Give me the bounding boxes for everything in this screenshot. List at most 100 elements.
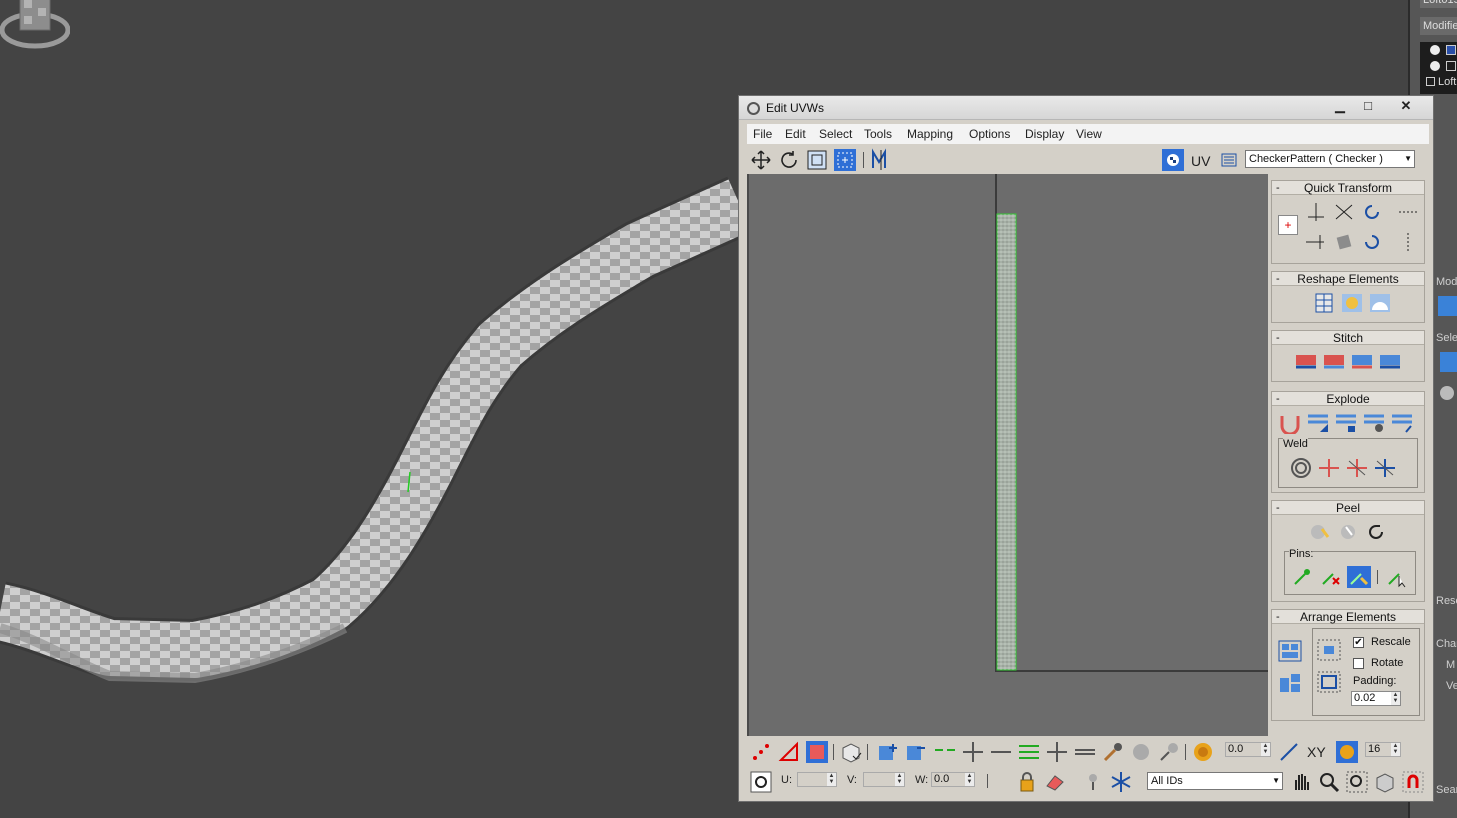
move-icon[interactable] xyxy=(749,148,773,172)
freeform-icon[interactable] xyxy=(833,148,857,172)
u-spinner[interactable]: ▲ ▼ xyxy=(797,772,837,787)
soft-selection-icon[interactable] xyxy=(1191,740,1215,764)
shrink-ring-icon[interactable] xyxy=(1073,740,1097,764)
stitch-to-target-icon[interactable] xyxy=(1294,351,1318,373)
lock-icon[interactable] xyxy=(1015,770,1039,794)
rollout-header[interactable]: - Peel xyxy=(1272,501,1424,515)
rollout-header[interactable]: - Stitch xyxy=(1272,331,1424,345)
w-spinner[interactable]: 0.0 ▲ ▼ xyxy=(931,772,975,787)
v-spinner[interactable]: ▲ ▼ xyxy=(863,772,905,787)
bulb-icon[interactable] xyxy=(1430,45,1440,55)
minimize-button[interactable]: ▁ xyxy=(1327,97,1353,114)
pivot-icon[interactable]: + xyxy=(1278,215,1298,235)
zoom-icon[interactable] xyxy=(1317,770,1341,794)
element-mode-icon[interactable] xyxy=(839,740,863,764)
align-diagonal-icon[interactable] xyxy=(1332,201,1356,223)
break-icon[interactable] xyxy=(1278,412,1302,434)
falloff-spinner[interactable]: 0.0 ▲ ▼ xyxy=(1225,742,1271,757)
spinner-arrows-icon[interactable]: ▲ ▼ xyxy=(1391,743,1400,756)
texture-dropdown[interactable]: CheckerPattern ( Checker ) ▼ xyxy=(1245,150,1415,168)
falloff-space-label[interactable]: XY xyxy=(1307,744,1326,760)
rotate-cw-icon[interactable] xyxy=(1360,201,1384,223)
rotate-checkbox[interactable] xyxy=(1353,658,1364,669)
material-id-dropdown[interactable]: All IDs ▼ xyxy=(1147,772,1283,790)
select-pins-icon[interactable] xyxy=(1385,566,1409,588)
rollout-header[interactable]: - Arrange Elements xyxy=(1272,610,1424,624)
eraser-icon[interactable] xyxy=(1043,770,1067,794)
zoom-region-icon[interactable] xyxy=(1345,770,1369,794)
menu-tools[interactable]: Tools xyxy=(864,127,892,141)
rotate-icon[interactable] xyxy=(777,148,801,172)
pack-normalize-icon[interactable] xyxy=(1278,640,1302,662)
relax-icon[interactable] xyxy=(1340,292,1364,314)
radio-vertex[interactable]: Ve xyxy=(1446,680,1457,692)
menu-display[interactable]: Display xyxy=(1025,127,1064,141)
pack-custom-icon[interactable] xyxy=(1317,671,1341,693)
shrink-selection-icon[interactable] xyxy=(905,740,929,764)
enlarge-brush-icon[interactable] xyxy=(1129,740,1153,764)
modifier-list-dropdown[interactable]: Modifier List xyxy=(1420,17,1457,35)
add-icon[interactable] xyxy=(1438,296,1457,316)
stitch-settings-icon[interactable] xyxy=(1378,351,1402,373)
padding-spinner[interactable]: 0.02 ▲ ▼ xyxy=(1351,691,1401,706)
vertex-mode-icon[interactable] xyxy=(749,740,773,764)
rollout-header[interactable]: - Explode xyxy=(1272,392,1424,406)
spinner-arrows-icon[interactable]: ▲ ▼ xyxy=(827,773,836,786)
rotate-ccw-icon[interactable] xyxy=(1360,231,1384,253)
menu-mapping[interactable]: Mapping xyxy=(907,127,953,141)
rollout-header[interactable]: - Quick Transform xyxy=(1272,181,1424,195)
radio-map[interactable]: M xyxy=(1446,659,1455,671)
reset-peel-icon[interactable] xyxy=(1364,521,1388,543)
freeze-icon[interactable] xyxy=(1109,770,1133,794)
peel-mode-icon[interactable] xyxy=(1336,521,1360,543)
absolute-offset-icon[interactable] xyxy=(749,770,773,794)
space-horizontal-icon[interactable] xyxy=(1396,201,1420,223)
mirror-icon[interactable] xyxy=(869,148,893,172)
limit-soft-selection-icon[interactable] xyxy=(1335,740,1359,764)
shrink-loop-icon[interactable] xyxy=(989,740,1013,764)
relax-settings-icon[interactable] xyxy=(1368,292,1392,314)
menu-file[interactable]: File xyxy=(753,127,772,141)
menu-edit[interactable]: Edit xyxy=(785,127,806,141)
grow-ring-icon[interactable] xyxy=(1045,740,1069,764)
snap-icon[interactable] xyxy=(1401,770,1425,794)
list-icon[interactable] xyxy=(1217,148,1241,172)
checker-map-icon[interactable] xyxy=(1161,148,1185,172)
title-bar[interactable]: Edit UVWs ▁ □ ✕ xyxy=(739,96,1433,120)
zoom-extents-icon[interactable] xyxy=(1373,770,1397,794)
edit-uvws-window[interactable]: Edit UVWs ▁ □ ✕ File Edit Select Tools M… xyxy=(738,95,1434,802)
maximize-button[interactable]: □ xyxy=(1355,97,1381,114)
expand-icon[interactable] xyxy=(1446,45,1456,55)
stack-item-loft[interactable]: Loft xyxy=(1438,76,1456,88)
spinner-arrows-icon[interactable]: ▲ ▼ xyxy=(1391,692,1400,705)
grow-selection-icon[interactable] xyxy=(877,740,901,764)
ring-icon[interactable] xyxy=(1017,740,1041,764)
shrink-brush-icon[interactable] xyxy=(1157,740,1181,764)
space-vertical-icon[interactable] xyxy=(1396,231,1420,253)
menu-select[interactable]: Select xyxy=(819,127,852,141)
rescale-elements-icon[interactable] xyxy=(1317,639,1341,661)
sphere-icon[interactable] xyxy=(1440,386,1454,400)
modifier-stack[interactable]: Loft xyxy=(1420,42,1457,94)
quick-peel-icon[interactable] xyxy=(1308,521,1332,543)
align-horizontal-icon[interactable] xyxy=(1304,231,1328,253)
edge-distance-spinner[interactable]: 16 ▲ ▼ xyxy=(1365,742,1401,757)
uv-channel-label[interactable]: UV xyxy=(1191,153,1210,169)
edge-mode-icon[interactable] xyxy=(777,740,801,764)
spinner-arrows-icon[interactable]: ▲ ▼ xyxy=(965,773,974,786)
weld-settings-icon[interactable] xyxy=(1373,457,1397,479)
close-button[interactable]: ✕ xyxy=(1393,97,1419,114)
flatten-by-material-icon[interactable] xyxy=(1390,412,1414,434)
pin-selected-icon[interactable] xyxy=(1291,566,1315,588)
rescale-checkbox[interactable]: ✔ xyxy=(1353,637,1364,648)
menu-options[interactable]: Options xyxy=(969,127,1010,141)
straighten-icon[interactable] xyxy=(1332,231,1356,253)
viewcube-icon[interactable] xyxy=(0,0,70,56)
flatten-by-polygon-icon[interactable] xyxy=(1334,412,1358,434)
object-name-field[interactable]: Loft015 xyxy=(1420,0,1457,8)
reset-label[interactable]: Reset xyxy=(1436,595,1457,607)
paint-select-icon[interactable] xyxy=(1101,740,1125,764)
falloff-type-icon[interactable] xyxy=(1277,740,1301,764)
target-weld-icon[interactable] xyxy=(1317,457,1341,479)
weld-selected-icon[interactable] xyxy=(1289,457,1313,479)
